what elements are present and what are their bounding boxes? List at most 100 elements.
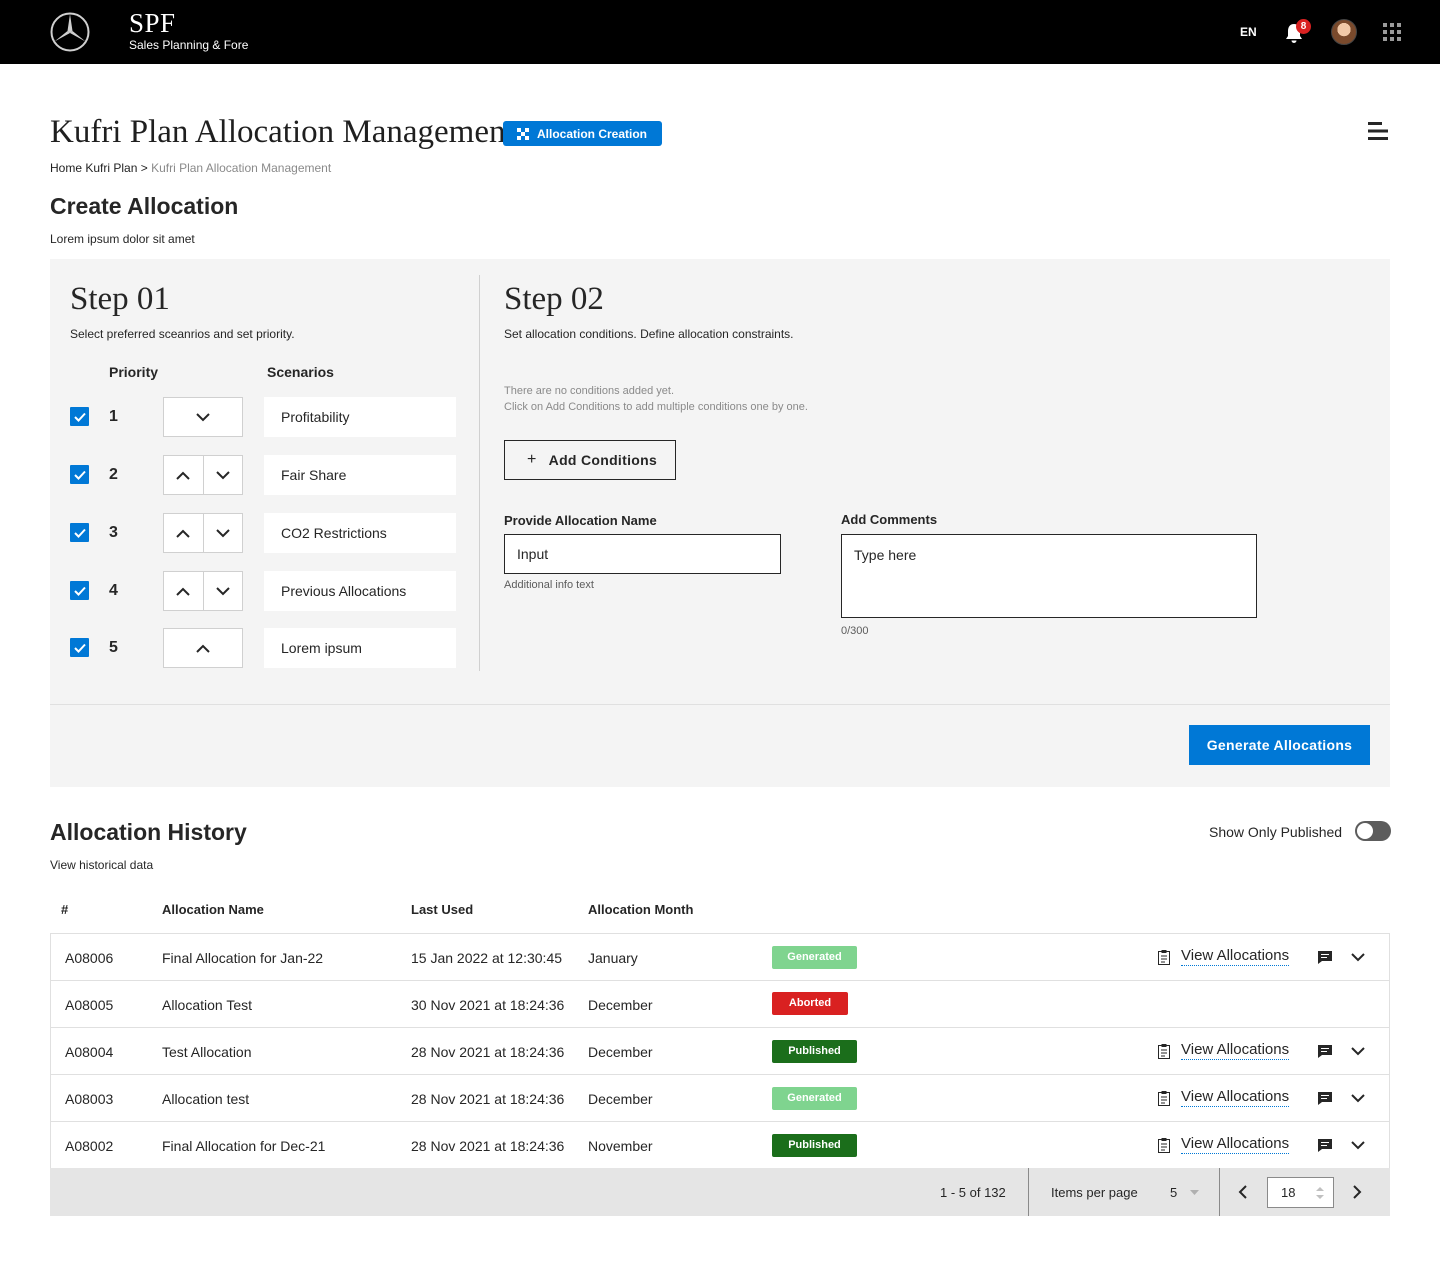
breadcrumb: Home Kufri Plan > Kufri Plan Allocation … bbox=[50, 161, 331, 175]
breadcrumb-link[interactable]: Home Kufri Plan bbox=[50, 161, 137, 175]
move-up-button[interactable] bbox=[164, 456, 203, 494]
allocation-creation-chip[interactable]: Allocation Creation bbox=[503, 121, 662, 146]
chevron-up-icon bbox=[196, 644, 210, 653]
step-divider bbox=[479, 275, 480, 671]
view-allocations-link[interactable]: View Allocations bbox=[1181, 947, 1290, 966]
row-last-used: 30 Nov 2021 at 18:24:36 bbox=[411, 997, 565, 1013]
add-conditions-button[interactable]: + Add Conditions bbox=[504, 440, 676, 480]
check-icon bbox=[73, 643, 86, 653]
row-id: A08004 bbox=[65, 1044, 114, 1060]
create-allocation-title: Create Allocation bbox=[50, 193, 239, 219]
breadcrumb-separator: > bbox=[140, 161, 148, 175]
toggle-knob bbox=[1357, 823, 1373, 839]
check-icon bbox=[73, 528, 86, 538]
page-number-value: 18 bbox=[1281, 1185, 1296, 1200]
column-header-month: Allocation Month bbox=[588, 902, 694, 917]
row-last-used: 28 Nov 2021 at 18:24:36 bbox=[411, 1044, 565, 1060]
show-published-toggle[interactable] bbox=[1355, 821, 1391, 841]
view-allocations-link[interactable]: View Allocations bbox=[1181, 1088, 1290, 1107]
chevron-down-icon[interactable] bbox=[1350, 951, 1366, 963]
chevron-up-icon bbox=[176, 587, 190, 596]
app-title: SPF bbox=[129, 8, 176, 38]
row-id: A08002 bbox=[65, 1138, 114, 1154]
move-down-button[interactable] bbox=[202, 514, 243, 552]
app-subtitle: Sales Planning & Fore bbox=[129, 38, 249, 52]
clipboard-icon bbox=[1158, 950, 1170, 965]
move-down-button[interactable] bbox=[202, 456, 243, 494]
chip-label: Allocation Creation bbox=[537, 126, 648, 141]
menu-icon[interactable] bbox=[1368, 122, 1388, 140]
scenario-checkbox[interactable] bbox=[70, 581, 89, 600]
priority-number: 3 bbox=[109, 524, 118, 541]
caret-down-icon bbox=[1190, 1190, 1199, 1195]
chevron-down-icon[interactable] bbox=[1350, 1092, 1366, 1104]
table-row: A08005 Allocation Test 30 Nov 2021 at 18… bbox=[51, 981, 1389, 1028]
row-id: A08003 bbox=[65, 1091, 114, 1107]
column-header-name: Allocation Name bbox=[162, 902, 264, 917]
status-badge: Generated bbox=[772, 1087, 857, 1110]
comment-icon[interactable] bbox=[1317, 1044, 1333, 1059]
comment-icon[interactable] bbox=[1317, 950, 1333, 965]
comment-icon[interactable] bbox=[1317, 1138, 1333, 1153]
allocation-history-title: Allocation History bbox=[50, 819, 247, 845]
empty-conditions-hint: Click on Add Conditions to add multiple … bbox=[504, 401, 808, 413]
priority-number: 1 bbox=[109, 408, 118, 425]
move-up-button[interactable] bbox=[164, 572, 203, 610]
view-allocations-link[interactable]: View Allocations bbox=[1181, 1135, 1290, 1154]
page-title: Kufri Plan Allocation Management bbox=[50, 114, 515, 150]
language-selector[interactable]: EN bbox=[1240, 25, 1257, 39]
comments-counter: 0/300 bbox=[841, 625, 869, 637]
allocation-history-table: A08006 Final Allocation for Jan-22 15 Ja… bbox=[50, 933, 1390, 1169]
page-number-input[interactable]: 18 bbox=[1267, 1177, 1334, 1208]
scenario-name: Profitability bbox=[264, 397, 456, 437]
notification-badge: 8 bbox=[1296, 19, 1311, 34]
row-id: A08006 bbox=[65, 950, 114, 966]
pagination-bar: 1 - 5 of 132 Items per page 5 18 bbox=[50, 1168, 1390, 1216]
avatar[interactable] bbox=[1331, 19, 1357, 45]
move-up-button[interactable] bbox=[164, 514, 203, 552]
chevron-down-icon[interactable] bbox=[1350, 1139, 1366, 1151]
generate-allocations-button[interactable]: Generate Allocations bbox=[1189, 725, 1370, 765]
step2-description: Set allocation conditions. Define alloca… bbox=[504, 327, 794, 341]
chevron-down-icon bbox=[216, 586, 230, 595]
comments-textarea[interactable]: Type here bbox=[841, 534, 1257, 618]
row-name: Test Allocation bbox=[162, 1044, 252, 1060]
scenario-checkbox[interactable] bbox=[70, 638, 89, 657]
column-header-id: # bbox=[61, 902, 69, 917]
scenario-name: CO2 Restrictions bbox=[264, 513, 456, 553]
row-last-used: 15 Jan 2022 at 12:30:45 bbox=[411, 950, 563, 966]
apps-grid-icon[interactable] bbox=[1383, 23, 1401, 41]
network-icon bbox=[517, 127, 529, 140]
brand-logo-icon[interactable] bbox=[50, 12, 90, 52]
items-per-page-select[interactable]: 5 bbox=[1170, 1180, 1202, 1204]
chevron-down-icon bbox=[216, 528, 230, 537]
chevron-left-icon[interactable] bbox=[1238, 1184, 1248, 1200]
move-down-button[interactable] bbox=[202, 572, 243, 610]
move-down-button[interactable] bbox=[164, 398, 242, 436]
scenario-name: Fair Share bbox=[264, 455, 456, 495]
spinner-icon[interactable] bbox=[1316, 1186, 1324, 1200]
scenario-checkbox[interactable] bbox=[70, 523, 89, 542]
view-allocations-link[interactable]: View Allocations bbox=[1181, 1041, 1290, 1060]
table-row: A08003 Allocation test 28 Nov 2021 at 18… bbox=[51, 1075, 1389, 1122]
create-allocation-panel: Step 01 Select preferred sceanrios and s… bbox=[50, 259, 1390, 787]
chevron-down-icon[interactable] bbox=[1350, 1045, 1366, 1057]
scenario-checkbox[interactable] bbox=[70, 407, 89, 426]
chevron-down-icon bbox=[196, 412, 210, 421]
chevron-right-icon[interactable] bbox=[1352, 1184, 1362, 1200]
step1-description: Select preferred sceanrios and set prior… bbox=[70, 327, 295, 341]
scenario-name: Lorem ipsum bbox=[264, 628, 456, 668]
chevron-up-icon bbox=[176, 471, 190, 480]
scenario-checkbox[interactable] bbox=[70, 465, 89, 484]
move-up-button[interactable] bbox=[164, 629, 242, 667]
status-badge: Published bbox=[772, 1040, 857, 1063]
table-row: A08006 Final Allocation for Jan-22 15 Ja… bbox=[51, 934, 1389, 981]
row-month: November bbox=[588, 1138, 653, 1154]
clipboard-icon bbox=[1158, 1044, 1170, 1059]
status-badge: Aborted bbox=[772, 992, 848, 1015]
create-allocation-subtitle: Lorem ipsum dolor sit amet bbox=[50, 232, 195, 246]
chevron-up-icon bbox=[176, 529, 190, 538]
priority-number: 4 bbox=[109, 582, 118, 599]
comment-icon[interactable] bbox=[1317, 1091, 1333, 1106]
allocation-name-input[interactable]: Input bbox=[504, 534, 781, 574]
